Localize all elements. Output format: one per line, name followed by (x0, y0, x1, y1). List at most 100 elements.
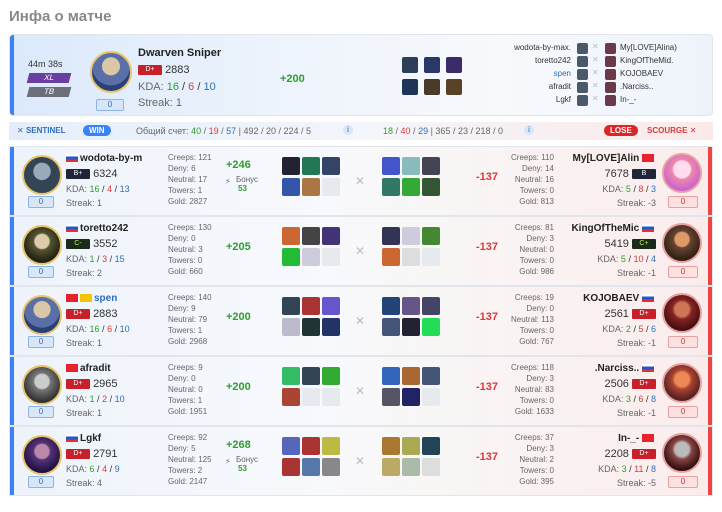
right-item-slot[interactable] (382, 178, 400, 196)
right-item-slot[interactable] (382, 388, 400, 406)
right-item-slot[interactable] (422, 227, 440, 245)
team-left-player[interactable]: Lgkf (556, 95, 571, 104)
right-item-slot[interactable] (422, 157, 440, 175)
left-item-slot[interactable] (282, 437, 300, 455)
info-icon[interactable]: i (343, 125, 353, 135)
country-flag-icon (642, 434, 654, 443)
left-item-slot[interactable] (282, 178, 300, 196)
right-hero-avatar[interactable] (662, 223, 702, 263)
left-item-slot[interactable] (282, 367, 300, 385)
right-item-slot[interactable] (382, 458, 400, 476)
right-item-slot[interactable] (422, 297, 440, 315)
item-slot-6[interactable] (446, 79, 462, 95)
right-hero-avatar[interactable] (662, 293, 702, 333)
left-item-slot[interactable] (302, 458, 320, 476)
left-item-slot[interactable] (282, 458, 300, 476)
left-item-slot[interactable] (322, 227, 340, 245)
hero-avatar[interactable] (90, 51, 132, 93)
left-player-name[interactable]: wodota-by-m (66, 153, 142, 164)
rank-badge: D+ (632, 379, 656, 390)
left-hero-avatar[interactable] (22, 435, 62, 475)
right-hero-avatar[interactable] (662, 433, 702, 473)
right-item-slot[interactable] (402, 157, 420, 175)
right-item-slot[interactable] (422, 437, 440, 455)
right-item-slot[interactable] (382, 157, 400, 175)
item-slot-3[interactable] (446, 57, 462, 73)
left-hero-avatar[interactable] (22, 155, 62, 195)
left-item-slot[interactable] (322, 297, 340, 315)
info-icon-right[interactable]: i (524, 125, 534, 135)
right-player-name[interactable]: KOJOBAEV (583, 293, 656, 304)
team-right-player[interactable]: .Narciss.. (620, 82, 653, 91)
right-hero-avatar[interactable] (662, 153, 702, 193)
right-stat-gold: Gold: 1633 (514, 407, 554, 416)
left-item-slot[interactable] (322, 318, 340, 336)
right-stat-gold: Gold: 395 (519, 477, 554, 486)
right-player-name[interactable]: KingOfTheMic (571, 223, 656, 234)
right-item-slot[interactable] (382, 437, 400, 455)
left-item-slot[interactable] (282, 227, 300, 245)
right-item-slot[interactable] (382, 227, 400, 245)
hero-name[interactable]: Dwarven Sniper (138, 47, 221, 59)
bonus-value: 53 (238, 184, 247, 193)
right-item-slot[interactable] (422, 367, 440, 385)
left-player-name[interactable]: Lgkf (66, 433, 101, 444)
right-item-slot[interactable] (402, 458, 420, 476)
right-item-slot[interactable] (382, 318, 400, 336)
left-item-slot[interactable] (282, 248, 300, 266)
left-item-slot[interactable] (322, 437, 340, 455)
left-player-name[interactable]: afradit (66, 363, 111, 374)
right-item-slot[interactable] (402, 227, 420, 245)
left-item-slot[interactable] (282, 318, 300, 336)
left-player-name[interactable]: spen (66, 293, 117, 304)
left-item-slot[interactable] (282, 297, 300, 315)
team-left-player[interactable]: spen (554, 69, 571, 78)
left-hero-avatar[interactable] (22, 295, 62, 335)
item-slot-5[interactable] (424, 79, 440, 95)
right-item-slot[interactable] (402, 437, 420, 455)
right-item-slot[interactable] (402, 178, 420, 196)
right-player-name[interactable]: .Narciss.. (595, 363, 656, 374)
left-player-name[interactable]: toretto242 (66, 223, 128, 234)
right-item-slot[interactable] (402, 297, 420, 315)
right-item-slot[interactable] (402, 388, 420, 406)
team-right-player[interactable]: KOJOBAEV (620, 69, 663, 78)
item-slot-1[interactable] (402, 57, 418, 73)
right-item-slot[interactable] (422, 458, 440, 476)
right-item-slot[interactable] (382, 297, 400, 315)
left-item-slot[interactable] (302, 367, 320, 385)
right-player-name[interactable]: In-_- (618, 433, 656, 444)
right-item-slot[interactable] (402, 367, 420, 385)
left-item-slot[interactable] (302, 297, 320, 315)
team-left-player[interactable]: wodota-by-max. (514, 43, 571, 52)
left-item-slot[interactable] (302, 227, 320, 245)
right-item-slot[interactable] (422, 318, 440, 336)
right-item-slot[interactable] (422, 178, 440, 196)
left-item-slot[interactable] (302, 248, 320, 266)
left-hero-avatar[interactable] (22, 365, 62, 405)
right-item-slot[interactable] (382, 248, 400, 266)
left-hero-avatar[interactable] (22, 225, 62, 265)
team-right-player[interactable]: KingOfTheMid. (620, 56, 673, 65)
item-slot-2[interactable] (424, 57, 440, 73)
right-player-name[interactable]: My[LOVE]Alin (573, 153, 656, 164)
left-item-slot[interactable] (282, 157, 300, 175)
right-hero-avatar[interactable] (662, 363, 702, 403)
crown-icon (80, 294, 92, 303)
left-item-slot[interactable] (282, 388, 300, 406)
left-item-slot[interactable] (322, 367, 340, 385)
item-slot-4[interactable] (402, 79, 418, 95)
team-right-player[interactable]: My[LOVE]Alina) (620, 43, 677, 52)
left-item-slot[interactable] (322, 458, 340, 476)
left-item-slot[interactable] (322, 157, 340, 175)
team-left-player[interactable]: toretto242 (535, 56, 571, 65)
left-item-slot[interactable] (302, 318, 320, 336)
team-right-player[interactable]: In-_- (620, 95, 636, 104)
left-item-slot[interactable] (302, 178, 320, 196)
right-item-slot[interactable] (402, 248, 420, 266)
right-item-slot[interactable] (382, 367, 400, 385)
team-left-player[interactable]: afradit (549, 82, 571, 91)
left-item-slot[interactable] (302, 437, 320, 455)
right-item-slot[interactable] (402, 318, 420, 336)
left-item-slot[interactable] (302, 157, 320, 175)
